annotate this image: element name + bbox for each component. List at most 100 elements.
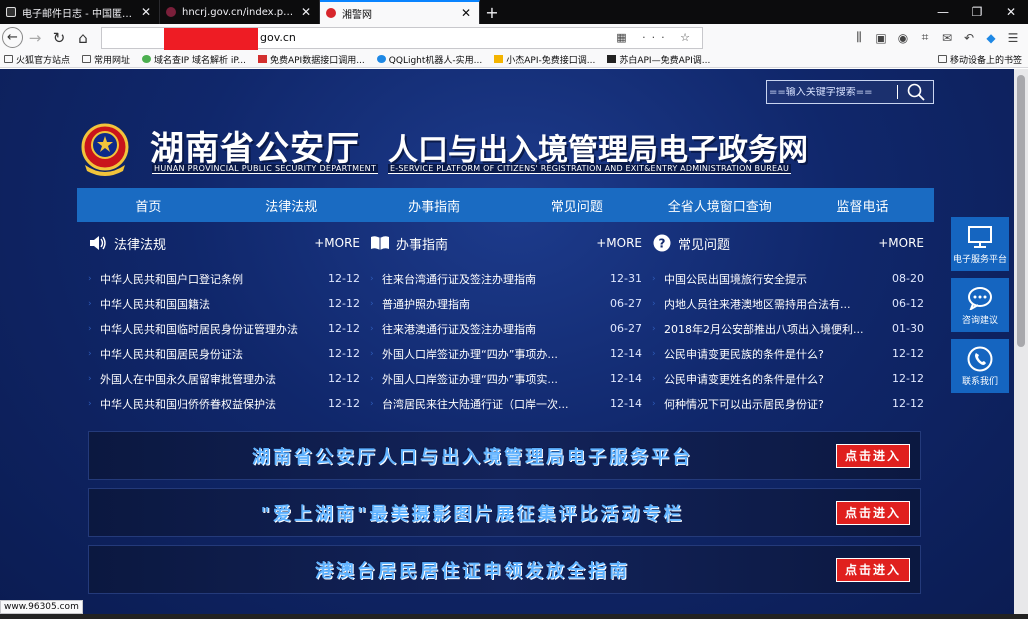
tab-title: 电子邮件日志 - 中国匿名者论坛 <box>22 8 135 20</box>
window-controls: — ❐ ✕ <box>926 0 1028 24</box>
bookmark-item[interactable]: 常用网址 <box>82 53 130 66</box>
chat-extension-icon[interactable]: ✉ <box>936 31 958 45</box>
reload-button[interactable]: ↻ <box>47 26 71 50</box>
list-item[interactable]: › 中华人民共和国国籍法 12-12 <box>88 291 360 316</box>
close-tab-icon[interactable]: ✕ <box>459 6 473 20</box>
list-item[interactable]: › 公民申请变更姓名的条件是什么? 12-12 <box>652 366 924 391</box>
bookmark-item[interactable]: 火狐官方站点 <box>4 53 70 66</box>
nav-faq[interactable]: 常见问题 <box>505 188 648 222</box>
list-item[interactable]: › 何种情况下可以出示居民身份证? 12-12 <box>652 391 924 416</box>
globe-icon <box>142 55 152 63</box>
sidebar-icon[interactable]: ▣ <box>870 31 892 45</box>
library-icon[interactable]: ⫼ <box>848 30 870 45</box>
side-button-label: 联系我们 <box>961 376 998 387</box>
list-item[interactable]: › 普通护照办理指南 06-27 <box>370 291 642 316</box>
list-item[interactable]: › 内地人员往来港澳地区需持用合法有... 06-12 <box>652 291 924 316</box>
enter-button[interactable]: 点击进入 <box>836 500 910 525</box>
address-bar[interactable]: gov.cn ▦ ··· ☆ <box>101 26 703 50</box>
menu-icon[interactable]: ☰ <box>1002 31 1024 45</box>
list-item[interactable]: › 中华人民共和国归侨侨眷权益保护法 12-12 <box>88 391 360 416</box>
list-item[interactable]: › 中华人民共和国居民身份证法 12-12 <box>88 341 360 366</box>
bookmark-label: 小杰API-免费接口调... <box>506 55 596 66</box>
bookmark-item[interactable]: 免费API数据接口调用... <box>257 53 365 66</box>
enter-button[interactable]: 点击进入 <box>836 443 910 468</box>
forward-button[interactable]: → <box>23 26 47 50</box>
nav-window-query[interactable]: 全省人境窗口查询 <box>648 188 791 222</box>
bookmark-item[interactable]: 域名查IP 域名解析 iP... <box>142 53 246 66</box>
consult-side-button[interactable]: 咨询建议 <box>951 278 1009 332</box>
search-box <box>766 80 934 104</box>
list-item[interactable]: › 中华人民共和国户口登记条例 12-12 <box>88 266 360 291</box>
search-input[interactable] <box>767 86 887 98</box>
banner-text: "爱上湖南"最美摄影图片展征集评比活动专栏 <box>260 503 685 525</box>
photo-contest-banner[interactable]: "爱上湖南"最美摄影图片展征集评比活动专栏 点击进入 <box>88 488 921 537</box>
contact-side-button[interactable]: 联系我们 <box>951 339 1009 393</box>
item-title: 中国公民出国境旅行安全提示 <box>664 272 807 286</box>
list-item[interactable]: › 外国人口岸签证办理“四办”事项办... 12-14 <box>370 341 642 366</box>
minimize-icon[interactable]: — <box>926 0 960 24</box>
item-date: 12-12 <box>328 397 360 410</box>
list-item[interactable]: › 公民申请变更民族的条件是什么? 12-12 <box>652 341 924 366</box>
bookmark-label: 苏白API—免费API调... <box>619 55 711 66</box>
more-link[interactable]: +MORE <box>314 236 360 250</box>
nav-laws[interactable]: 法律法规 <box>220 188 363 222</box>
item-title: 外国人口岸签证办理“四办”事项办... <box>382 347 558 361</box>
e-service-side-button[interactable]: 电子服务平台 <box>951 217 1009 271</box>
list-item[interactable]: › 往来台湾通行证及签注办理指南 12-31 <box>370 266 642 291</box>
column-header: ? 常见问题 +MORE <box>652 228 924 258</box>
tab-title: 湘警网 <box>342 9 372 21</box>
page-actions-icon[interactable]: ▦ ··· ☆ <box>616 31 696 44</box>
item-title: 内地人员往来港澳地区需持用合法有... <box>664 297 851 311</box>
list-item[interactable]: › 台湾居民来往大陆通行证（口岸一次... 12-14 <box>370 391 642 416</box>
bookmark-item[interactable]: QQLight机器人-实用... <box>376 53 482 66</box>
toolbar-icons: ⫼ ▣ ◉ ⌗ ✉ ↶ ◆ ☰ <box>848 30 1024 45</box>
more-link[interactable]: +MORE <box>878 236 924 250</box>
bookmark-item[interactable]: 小杰API-免费接口调... <box>494 53 595 66</box>
home-button[interactable]: ⌂ <box>71 26 95 50</box>
search-icon[interactable] <box>906 82 926 102</box>
browser-tab-active[interactable]: 湘警网 ✕ <box>320 0 480 24</box>
list-item[interactable]: › 中国公民出国境旅行安全提示 08-20 <box>652 266 924 291</box>
bookmark-label: 火狐官方站点 <box>16 55 71 66</box>
close-tab-icon[interactable]: ✕ <box>299 5 313 19</box>
undo-icon[interactable]: ↶ <box>958 31 980 45</box>
list-item[interactable]: › 中华人民共和国临时居民身份证管理办法 12-12 <box>88 316 360 341</box>
enter-button[interactable]: 点击进入 <box>836 557 910 582</box>
browser-tab[interactable]: hncrj.gov.cn/index.php?m= ✕ <box>160 0 320 24</box>
site-favicon-icon <box>6 7 16 17</box>
more-link[interactable]: +MORE <box>596 236 642 250</box>
column-header: 法律法规 +MORE <box>88 228 360 258</box>
scrollbar-thumb[interactable] <box>1017 75 1025 347</box>
nav-home[interactable]: 首页 <box>77 188 220 222</box>
screenshot-icon[interactable]: ⌗ <box>914 30 936 45</box>
close-window-icon[interactable]: ✕ <box>994 0 1028 24</box>
guide-column: 办事指南 +MORE › 往来台湾通行证及签注办理指南 12-31 › 普通护照办理指… <box>370 228 642 416</box>
monitor-icon <box>967 224 993 250</box>
list-item[interactable]: › 往来港澳通行证及签注办理指南 06-27 <box>370 316 642 341</box>
item-date: 12-12 <box>328 347 360 360</box>
maximize-icon[interactable]: ❐ <box>960 0 994 24</box>
page-scrollbar[interactable] <box>1014 69 1028 619</box>
api-icon <box>607 55 617 63</box>
list-item[interactable]: › 外国人在中国永久居留审批管理办法 12-12 <box>88 366 360 391</box>
close-tab-icon[interactable]: ✕ <box>139 5 153 19</box>
column-header: 办事指南 +MORE <box>370 228 642 258</box>
banner-text: 湖南省公安厅人口与出入境管理局电子服务平台 <box>252 446 693 468</box>
bookmark-label: 常用网址 <box>94 55 131 66</box>
mobile-bookmarks[interactable]: 移动设备上的书签 <box>937 53 1022 66</box>
service-platform-banner[interactable]: 湖南省公安厅人口与出入境管理局电子服务平台 点击进入 <box>88 431 921 480</box>
new-tab-button[interactable]: + <box>480 0 504 24</box>
list-item[interactable]: › 2018年2月公安部推出八项出入境便利... 01-30 <box>652 316 924 341</box>
list-item[interactable]: › 外国人口岸签证办理“四办”事项实... 12-14 <box>370 366 642 391</box>
bookmark-item[interactable]: 苏白API—免费API调... <box>607 53 710 66</box>
nav-supervision-phone[interactable]: 监督电话 <box>791 188 934 222</box>
back-button[interactable]: ← <box>2 27 23 48</box>
item-date: 12-12 <box>328 372 360 385</box>
account-icon[interactable]: ◉ <box>892 31 914 45</box>
tab-title: hncrj.gov.cn/index.php?m= <box>182 6 295 18</box>
residence-permit-banner[interactable]: 港澳台居民居住证申领发放全指南 点击进入 <box>88 545 921 594</box>
extension-icon[interactable]: ◆ <box>980 31 1002 45</box>
faq-column: ? 常见问题 +MORE › 中国公民出国境旅行安全提示 08-20 › 内地人员往来… <box>652 228 924 416</box>
browser-tab[interactable]: 电子邮件日志 - 中国匿名者论坛 ✕ <box>0 0 160 24</box>
nav-guide[interactable]: 办事指南 <box>363 188 506 222</box>
